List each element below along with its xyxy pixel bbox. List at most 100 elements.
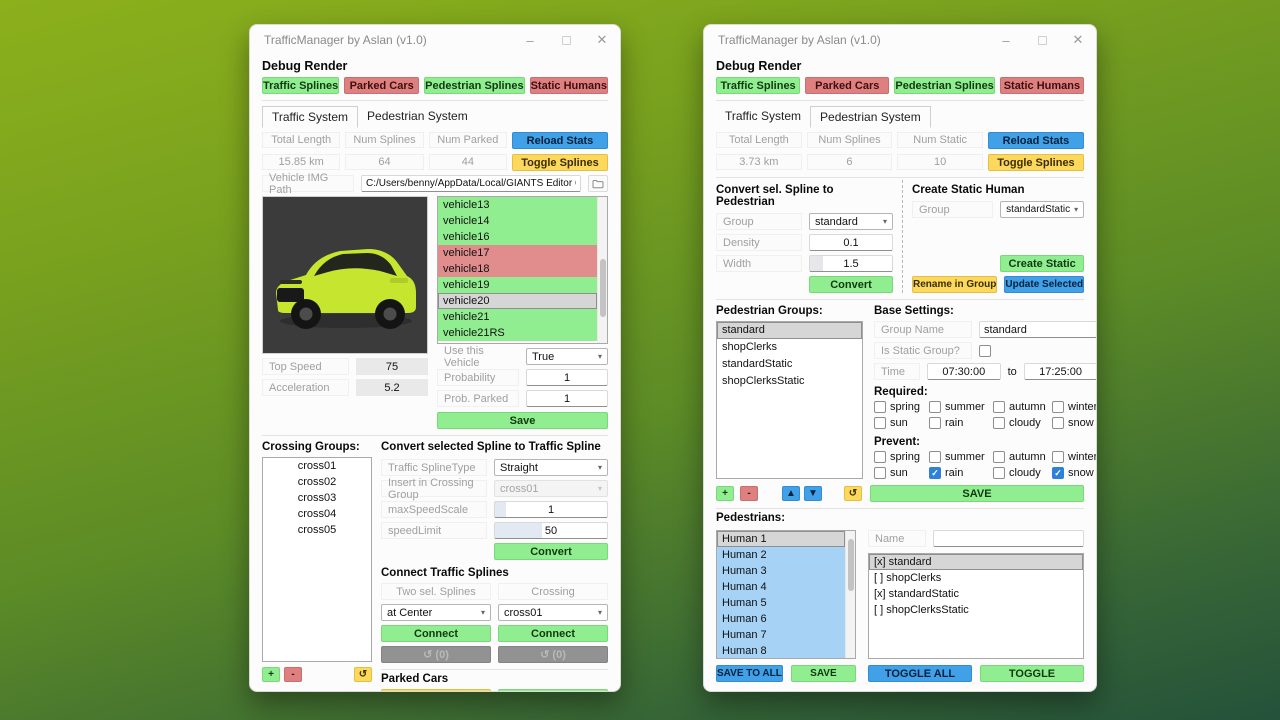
- connect-crossing-select[interactable]: cross01 ▾: [498, 604, 608, 621]
- save-vehicle-button[interactable]: Save: [437, 412, 608, 429]
- reload-stats-button[interactable]: Reload Stats: [512, 132, 608, 149]
- vehicle-list-item[interactable]: vehicle21RS: [438, 325, 597, 341]
- prevent-sun-checkbox[interactable]: sun: [874, 467, 929, 479]
- vehicle-list-scrollbar[interactable]: [597, 197, 607, 343]
- tab-traffic-system[interactable]: Traffic System: [716, 106, 810, 128]
- maximize-icon[interactable]: [548, 25, 584, 55]
- toggle-splines-button[interactable]: Toggle Splines: [988, 154, 1084, 171]
- static-humans-toggle-button[interactable]: Static Humans: [1000, 77, 1084, 94]
- pedestrian-item-selected[interactable]: Human 1: [717, 531, 845, 547]
- required-summer-checkbox[interactable]: summer: [929, 401, 993, 413]
- undo-connect-button[interactable]: ↺ (0): [381, 646, 491, 663]
- pedestrian-item[interactable]: Human 8: [717, 643, 845, 659]
- required-sun-checkbox[interactable]: sun: [874, 417, 929, 429]
- pedestrian-item[interactable]: Human 2: [717, 547, 845, 563]
- crossing-group-item[interactable]: cross04: [263, 506, 371, 522]
- pedestrian-name-input[interactable]: [933, 530, 1084, 547]
- vehicle-list-item-selected[interactable]: vehicle20: [438, 293, 597, 309]
- pedestrian-group-item[interactable]: shopClerksStatic: [717, 373, 862, 390]
- create-parked-car-button[interactable]: Create Parked Car: [498, 689, 608, 691]
- vehicle-list-item[interactable]: vehicle19: [438, 277, 597, 293]
- connect-splines-button[interactable]: Connect: [381, 625, 491, 642]
- insert-crossing-select[interactable]: cross01 ▾: [494, 480, 608, 497]
- toggle-button[interactable]: TOGGLE: [980, 665, 1084, 682]
- save-to-all-button[interactable]: SAVE TO ALL: [716, 665, 783, 682]
- convert-spline-button[interactable]: Convert: [494, 543, 608, 560]
- add-group-button[interactable]: +: [716, 486, 734, 501]
- remove-group-button[interactable]: -: [740, 486, 758, 501]
- prob-parked-input[interactable]: [526, 390, 608, 407]
- crossing-groups-listbox[interactable]: cross01 cross02 cross03 cross04 cross05: [262, 457, 372, 662]
- prevent-winter-checkbox[interactable]: winter: [1052, 451, 1096, 463]
- probability-input[interactable]: [526, 369, 608, 386]
- close-icon[interactable]: ✕: [584, 25, 620, 55]
- pedestrian-splines-toggle-button[interactable]: Pedestrian Splines: [894, 77, 994, 94]
- move-group-up-button[interactable]: ▲: [782, 486, 800, 501]
- crossing-group-item[interactable]: cross02: [263, 474, 371, 490]
- minimize-icon[interactable]: –: [512, 25, 548, 55]
- speed-limit-input[interactable]: [494, 522, 608, 539]
- pedestrian-group-assignment-listbox[interactable]: [x] standard [ ] shopClerks [x] standard…: [868, 553, 1084, 659]
- crossing-group-item[interactable]: cross03: [263, 490, 371, 506]
- pedestrians-listbox[interactable]: Human 1 Human 2 Human 3 Human 4 Human 5 …: [716, 530, 856, 659]
- max-speed-scale-input[interactable]: [494, 501, 608, 518]
- traffic-splines-toggle-button[interactable]: Traffic Splines: [262, 77, 339, 94]
- connect-position-select[interactable]: at Center ▾: [381, 604, 491, 621]
- pedestrian-item[interactable]: Human 7: [717, 627, 845, 643]
- pedestrians-list-scrollbar[interactable]: [845, 531, 855, 658]
- titlebar[interactable]: TrafficManager by Aslan (v1.0) – ✕: [250, 25, 620, 55]
- pedestrian-group-item[interactable]: standardStatic: [717, 356, 862, 373]
- vehicle-list-item[interactable]: vehicle21: [438, 309, 597, 325]
- refresh-crossing-groups-button[interactable]: ↺: [354, 667, 372, 682]
- vehicle-list-item[interactable]: vehicle13: [438, 197, 597, 213]
- tab-traffic-system[interactable]: Traffic System: [262, 106, 358, 128]
- pedestrian-group-item-selected[interactable]: standard: [717, 322, 862, 339]
- create-static-button[interactable]: Create Static: [1000, 255, 1084, 272]
- maximize-icon[interactable]: [1024, 25, 1060, 55]
- use-vehicle-select[interactable]: True ▾: [526, 348, 608, 365]
- convert-pedestrian-button[interactable]: Convert: [809, 276, 893, 293]
- rename-in-group-button[interactable]: Rename in Group: [912, 276, 997, 293]
- add-crossing-group-button[interactable]: +: [262, 667, 280, 682]
- is-static-group-checkbox[interactable]: [979, 345, 991, 357]
- parked-cars-toggle-button[interactable]: Parked Cars: [805, 77, 889, 94]
- pedestrian-item[interactable]: Human 6: [717, 611, 845, 627]
- crossing-group-item[interactable]: cross05: [263, 522, 371, 538]
- prevent-autumn-checkbox[interactable]: autumn: [993, 451, 1052, 463]
- browse-folder-button[interactable]: [588, 175, 608, 192]
- move-group-down-button[interactable]: ▼: [804, 486, 822, 501]
- remove-crossing-group-button[interactable]: -: [284, 667, 302, 682]
- time-from-input[interactable]: [927, 363, 1001, 380]
- prevent-rain-checkbox[interactable]: rain: [929, 467, 993, 479]
- vehicle-list-item[interactable]: vehicle14: [438, 213, 597, 229]
- time-to-input[interactable]: [1024, 363, 1096, 380]
- required-rain-checkbox[interactable]: rain: [929, 417, 993, 429]
- pedestrian-item[interactable]: Human 5: [717, 595, 845, 611]
- pedestrian-group-item[interactable]: shopClerks: [717, 339, 862, 356]
- static-group-select[interactable]: standardStatic ▾: [1000, 201, 1084, 218]
- pedestrian-item[interactable]: Human 3: [717, 563, 845, 579]
- vehicle-list-item[interactable]: vehicle18: [438, 261, 597, 277]
- minimize-icon[interactable]: –: [988, 25, 1024, 55]
- save-group-button[interactable]: SAVE: [870, 485, 1084, 502]
- required-cloudy-checkbox[interactable]: cloudy: [993, 417, 1052, 429]
- rename-all-button[interactable]: Rename All: [381, 689, 491, 691]
- width-input[interactable]: [809, 255, 893, 272]
- prevent-snow-checkbox[interactable]: snow: [1052, 467, 1096, 479]
- pedestrian-groups-listbox[interactable]: standard shopClerks standardStatic shopC…: [716, 321, 863, 479]
- vehicle-list-item[interactable]: vehicle16: [438, 229, 597, 245]
- close-icon[interactable]: ✕: [1060, 25, 1096, 55]
- vehicle-listbox[interactable]: vehicle13 vehicle14 vehicle16 vehicle17 …: [437, 196, 608, 344]
- reload-stats-button[interactable]: Reload Stats: [988, 132, 1084, 149]
- titlebar[interactable]: TrafficManager by Aslan (v1.0) – ✕: [704, 25, 1096, 55]
- required-winter-checkbox[interactable]: winter: [1052, 401, 1096, 413]
- crossing-group-item[interactable]: cross01: [263, 458, 371, 474]
- connect-crossing-button[interactable]: Connect: [498, 625, 608, 642]
- spline-type-select[interactable]: Straight ▾: [494, 459, 608, 476]
- scrollbar-thumb[interactable]: [848, 539, 854, 591]
- update-selected-button[interactable]: Update Selected: [1004, 276, 1084, 293]
- vehicle-img-path-input[interactable]: [361, 175, 581, 192]
- pedestrian-item[interactable]: Human 4: [717, 579, 845, 595]
- required-spring-checkbox[interactable]: spring: [874, 401, 929, 413]
- traffic-splines-toggle-button[interactable]: Traffic Splines: [716, 77, 800, 94]
